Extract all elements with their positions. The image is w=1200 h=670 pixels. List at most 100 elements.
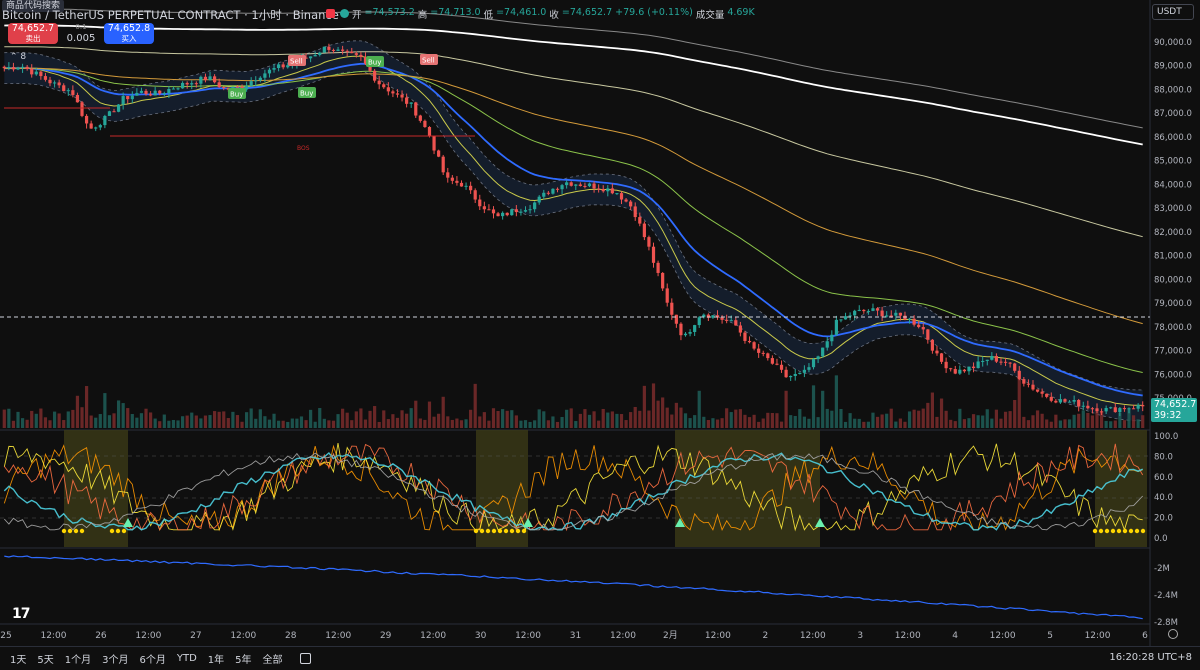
volume-bar (267, 419, 272, 428)
volume-bar (116, 400, 121, 428)
volume-bar (309, 409, 313, 428)
volume-bar (52, 411, 57, 428)
volume-bar (953, 421, 957, 428)
clock[interactable]: 16:20:28 UTC+8 (1109, 652, 1192, 663)
candle-body (281, 64, 285, 68)
tradingview-logo[interactable]: 17 (12, 606, 31, 622)
range-1d[interactable]: 1天 (10, 651, 26, 666)
currency-selector[interactable]: USDT (1152, 4, 1194, 20)
volume-bar (368, 410, 372, 428)
candle-body (638, 217, 642, 224)
candle-body (482, 206, 486, 210)
sell-label: 卖出 (25, 34, 41, 43)
signal-dot (121, 528, 127, 534)
market-open-icon (340, 9, 349, 18)
candle-body (510, 209, 514, 216)
candle-body (1022, 379, 1026, 384)
sell-button[interactable]: 74,652.7 卖出 (8, 23, 58, 44)
range-ytd[interactable]: YTD (177, 653, 197, 664)
signal-dot (73, 528, 79, 534)
indicator-toggle[interactable]: ⌃ 8 (10, 52, 26, 62)
candle-body (624, 199, 628, 202)
volume-bar (1113, 420, 1117, 428)
candle-body (798, 372, 802, 374)
candle-body (249, 81, 253, 86)
flag-icon[interactable] (326, 9, 335, 18)
candle-body (601, 188, 605, 192)
buy-button[interactable]: 74,652.8 买入 (104, 23, 154, 44)
candle-body (587, 183, 592, 187)
range-5y[interactable]: 5年 (235, 651, 251, 666)
volume-bar (793, 415, 797, 428)
candle-body (103, 115, 107, 126)
range-3m[interactable]: 3个月 (102, 651, 128, 666)
volume-bar (48, 420, 52, 428)
range-1m[interactable]: 1个月 (65, 651, 91, 666)
volume-bar (405, 413, 409, 428)
candle-body (898, 312, 902, 316)
volume-bar (1090, 415, 1095, 428)
candle-body (2, 66, 6, 69)
candle-body (258, 77, 262, 81)
volume-bar (971, 414, 976, 428)
range-1y[interactable]: 1年 (208, 651, 224, 666)
time-axis-label: 5 (1047, 631, 1053, 641)
volume-bar (336, 414, 340, 428)
volume-bar (121, 403, 125, 428)
volume-bar (212, 411, 217, 428)
volume-bar (75, 395, 80, 428)
time-axis-label: 12:00 (135, 631, 161, 641)
volume-bar (1141, 415, 1145, 428)
range-5d[interactable]: 5天 (37, 651, 53, 666)
volume-bar (560, 417, 564, 428)
range-6m[interactable]: 6个月 (140, 651, 166, 666)
volume-bar (679, 407, 683, 428)
candle-body (1072, 400, 1076, 402)
volume-bar (514, 415, 518, 428)
candle-body (917, 324, 921, 328)
candle-body (674, 314, 678, 324)
candle-body (999, 361, 1003, 363)
volume-bar (816, 417, 820, 428)
candle-body (981, 360, 985, 362)
volume-bar (546, 420, 550, 428)
range-all[interactable]: 全部 (263, 651, 283, 666)
time-axis-label: 12:00 (705, 631, 731, 641)
candle-body (597, 188, 601, 190)
volume-bar (482, 412, 486, 428)
candle-body (57, 82, 61, 86)
volume-bar (592, 411, 596, 428)
calendar-icon[interactable] (299, 653, 311, 664)
symbol-title[interactable]: Bitcoin / TetherUS PERPETUAL CONTRACT · … (2, 7, 339, 23)
volume-bar (231, 411, 235, 428)
candle-body (267, 69, 272, 74)
candle-body (153, 90, 157, 96)
volume-bar (889, 408, 893, 428)
volume-bar (235, 415, 240, 428)
candle-body (464, 185, 468, 187)
volume-bar (930, 392, 935, 428)
chart-canvas[interactable]: BOS Sell Buy Sell Buy Buy 90,000.0 89,000.0 88,… (0, 0, 1200, 646)
time-axis-label: 12:00 (420, 631, 446, 641)
candle-body (354, 53, 358, 55)
candle-body (514, 209, 518, 213)
change-value: +79.6 (+0.11%) (615, 7, 693, 18)
signal-dot (1140, 528, 1146, 534)
candle-body (583, 185, 587, 187)
osc-axis-label: 100.0 (1154, 432, 1178, 442)
osc-axis-label: 80.0 (1154, 452, 1173, 462)
volume-bar (350, 420, 354, 428)
signal-dot (503, 528, 509, 534)
gear-icon[interactable] (1168, 629, 1178, 639)
candle-body (830, 334, 834, 342)
volume-bar (555, 421, 560, 428)
candle-body (116, 104, 121, 112)
candle-body (1113, 407, 1117, 413)
candle-body (34, 71, 38, 75)
candle-body (784, 369, 788, 378)
volume-bar (171, 419, 176, 428)
candle-body (693, 325, 697, 333)
volume-bar (629, 412, 633, 428)
candle-body (985, 359, 989, 361)
volume-bar (272, 413, 276, 428)
